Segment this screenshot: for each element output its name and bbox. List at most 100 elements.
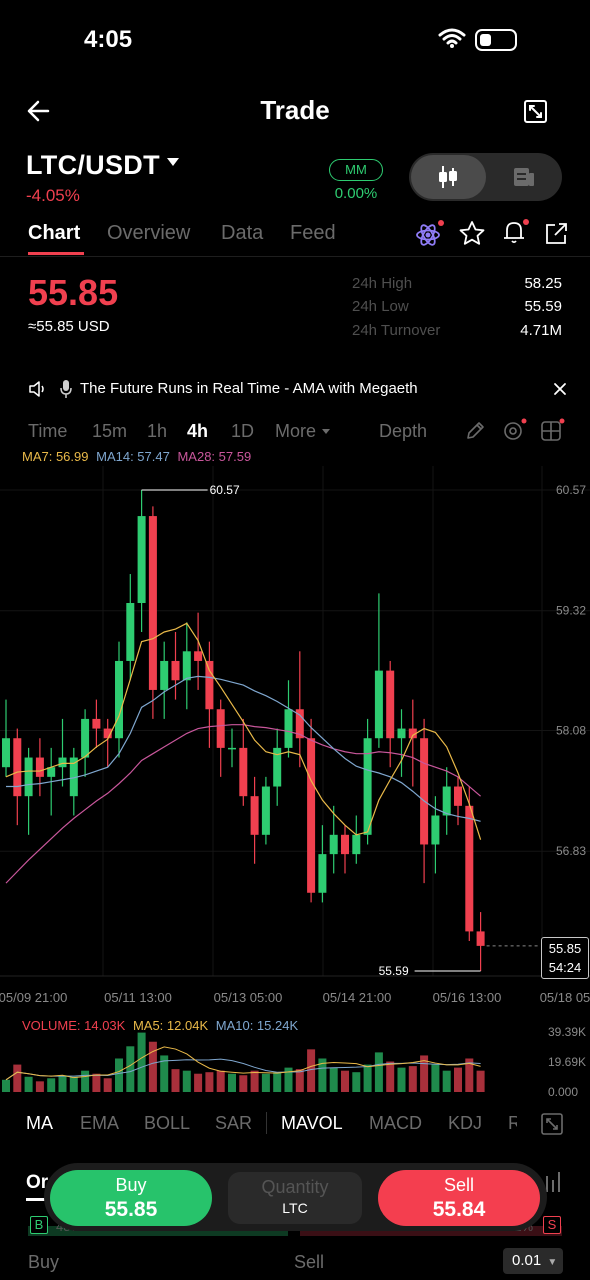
fullscreen-icon[interactable] <box>541 1113 563 1135</box>
sell-button-price: 55.84 <box>432 1198 486 1221</box>
stat-label-24h-low: 24h Low <box>352 298 409 315</box>
volume-bar <box>24 1076 33 1092</box>
volume-y-tick-label: 19.69K <box>548 1055 586 1069</box>
interval-15m[interactable]: 15m <box>92 421 127 442</box>
indicator-sar[interactable]: SAR <box>215 1113 252 1134</box>
candle-body <box>318 854 327 893</box>
volume-bar <box>205 1072 214 1092</box>
candle-body <box>397 728 406 739</box>
pair-change: -4.05% <box>26 186 80 205</box>
volume-legend-value: VOLUME: 14.03K <box>22 1018 126 1033</box>
indicator-settings-icon[interactable] <box>502 417 528 443</box>
volume-bar <box>81 1070 90 1092</box>
volume-bar <box>228 1073 236 1092</box>
high-marker-label: 60.57 <box>210 483 240 497</box>
volume-bar <box>126 1046 135 1092</box>
volume-ma10-legend: MA10: 15.24K <box>215 1018 299 1033</box>
atom-icon[interactable] <box>414 219 446 249</box>
volume-bar <box>442 1070 451 1092</box>
quantity-field[interactable]: Quantity LTC <box>228 1172 362 1224</box>
volume-bar <box>182 1070 191 1092</box>
interval-time[interactable]: Time <box>28 421 67 442</box>
candle-body <box>420 738 429 845</box>
volume-bar <box>58 1075 67 1092</box>
indicator-macd[interactable]: MACD <box>369 1113 422 1134</box>
buy-button[interactable]: Buy 55.85 <box>50 1170 212 1226</box>
sell-button[interactable]: Sell 55.84 <box>378 1170 540 1226</box>
indicator-r[interactable]: R <box>508 1113 517 1134</box>
precision-select[interactable]: 0.01 ▼ <box>503 1248 563 1274</box>
tab-feed[interactable]: Feed <box>290 222 336 245</box>
ma-legend: MA7: 56.99 MA14: 57.47 MA28: 57.59 <box>22 449 251 464</box>
buy-ratio-icon: B <box>30 1216 48 1234</box>
volume-bar <box>273 1072 282 1092</box>
sell-button-label: Sell <box>443 1175 474 1195</box>
volume-bar <box>148 1041 157 1092</box>
ma28-legend: MA28: 57.59 <box>177 449 252 464</box>
interval-4h[interactable]: 4h <box>187 421 208 442</box>
volume-legend: VOLUME: 14.03K MA5: 12.04K MA10: 15.24K <box>22 1018 298 1033</box>
stat-label-24h-turnover: 24h Turnover <box>352 322 441 339</box>
candle-body <box>329 834 338 855</box>
interval-1d[interactable]: 1D <box>231 421 254 442</box>
last-price: 55.85 <box>28 272 119 313</box>
tab-chart[interactable]: Chart <box>28 222 80 245</box>
volume-bar <box>363 1064 372 1092</box>
chevron-down-icon[interactable] <box>166 157 180 167</box>
pencil-icon[interactable] <box>465 421 485 441</box>
bell-icon[interactable] <box>501 218 531 246</box>
layout-grid-icon[interactable] <box>540 417 566 443</box>
candle-body <box>182 651 191 681</box>
candle-body <box>92 718 101 729</box>
mm-badge[interactable]: MM <box>329 159 383 181</box>
x-tick-label: 05/18 05 <box>540 990 590 1005</box>
indicator-mavol[interactable]: MAVOL <box>281 1113 343 1134</box>
volume-bar <box>261 1073 270 1092</box>
microphone-icon <box>60 380 72 398</box>
tab-data[interactable]: Data <box>221 222 263 245</box>
depth-tab[interactable]: Depth <box>379 421 427 442</box>
candle-body <box>216 709 225 748</box>
x-tick-label: 05/09 21:00 <box>0 990 67 1005</box>
battery-icon <box>475 29 517 51</box>
tabs-divider <box>0 256 590 257</box>
pair-name[interactable]: LTC/USDT <box>26 150 160 181</box>
x-tick-label: 05/16 13:00 <box>433 990 502 1005</box>
orderbook-view-icon[interactable] <box>512 166 536 188</box>
volume-bar <box>307 1049 316 1092</box>
candle-body <box>35 757 44 777</box>
indicator-ema[interactable]: EMA <box>80 1113 119 1134</box>
indicator-boll[interactable]: BOLL <box>144 1113 190 1134</box>
volume-bar <box>250 1070 259 1092</box>
price-chart[interactable]: 60.57 55.59 60.57 59.32 58.08 56.83 05/09 21:… <box>0 466 590 1096</box>
interval-1h[interactable]: 1h <box>147 421 167 442</box>
y-tick-label: 58.08 <box>556 724 586 738</box>
candle-body <box>442 786 451 816</box>
candle-body <box>352 834 361 855</box>
indicator-kdj[interactable]: KDJ <box>448 1113 482 1134</box>
volume-ma5-legend: MA5: 12.04K <box>132 1018 209 1033</box>
volume-bar <box>476 1070 485 1092</box>
interval-more[interactable]: More <box>275 421 316 442</box>
tab-overview[interactable]: Overview <box>107 222 190 245</box>
volume-bar <box>92 1073 101 1092</box>
candle-countdown: 54:24 <box>548 960 582 975</box>
close-icon[interactable] <box>553 382 567 396</box>
announcement-text[interactable]: The Future Runs in Real Time - AMA with … <box>80 380 418 397</box>
expand-icon[interactable] <box>523 99 548 124</box>
axis-labels: 60.57 59.32 58.08 56.83 05/09 21:00 05/11 13:… <box>0 483 590 1096</box>
mm-value: 0.00% <box>334 185 378 202</box>
current-price: 55.85 <box>548 941 582 956</box>
candle-body <box>13 738 22 797</box>
star-icon[interactable] <box>458 220 486 246</box>
indicator-ma[interactable]: MA <box>26 1113 53 1134</box>
share-icon[interactable] <box>544 221 570 246</box>
candle-body <box>307 738 316 893</box>
volume-bar <box>408 1066 417 1092</box>
volume-bar <box>352 1072 361 1092</box>
wifi-icon <box>438 28 466 48</box>
volume-bar <box>115 1058 123 1092</box>
stat-value-24h-turnover: 4.71M <box>520 322 562 339</box>
candle-body <box>115 660 123 739</box>
volume-y-tick-label: 0.000 <box>548 1085 578 1096</box>
